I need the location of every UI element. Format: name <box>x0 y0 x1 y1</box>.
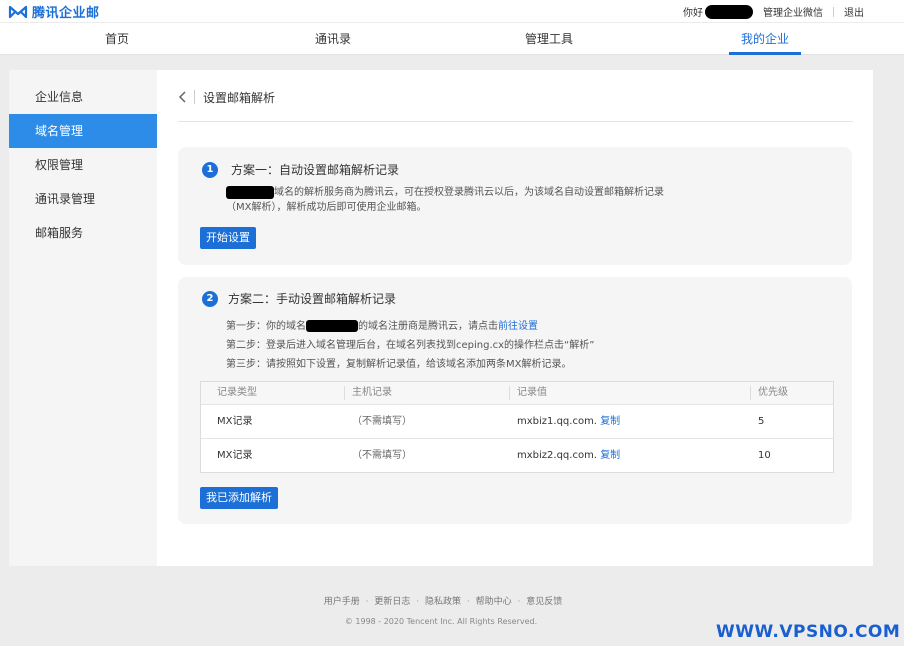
footer-separator: · <box>365 597 369 607</box>
sidebar-item-mail-service[interactable]: 邮箱服务 <box>9 216 157 250</box>
sidebar-item-contacts-mgmt[interactable]: 通讯录管理 <box>9 182 157 216</box>
chevron-left-icon[interactable] <box>178 90 188 104</box>
cell-priority: 10 <box>758 450 771 461</box>
watermark: WWW.VPSNO.COM <box>716 622 901 642</box>
step-1: 第一步：你的域名 的域名注册商是腾讯云，请点击前往设置 <box>226 317 538 332</box>
brand-logo[interactable]: 腾讯企业邮 <box>8 2 100 21</box>
top-divider <box>833 6 834 17</box>
record-value-text: mxbiz2.qq.com. <box>517 450 597 461</box>
column-divider <box>344 386 345 400</box>
cell-value: mxbiz2.qq.com. 复制 <box>517 439 620 473</box>
step-1-suffix: 的域名注册商是腾讯云，请点击 <box>358 321 498 332</box>
table-row: MX记录 （不需填写） mxbiz1.qq.com. 复制 5 <box>201 404 833 438</box>
footer-link-changelog[interactable]: 更新日志 <box>374 597 410 607</box>
copy-link[interactable]: 复制 <box>600 416 620 427</box>
table-row: MX记录 （不需填写） mxbiz2.qq.com. 复制 10 <box>201 438 833 472</box>
footer-separator: · <box>517 597 521 607</box>
plan-manual-setup: 2 方案二：手动设置邮箱解析记录 第一步：你的域名 的域名注册商是腾讯云，请点击前… <box>178 277 852 524</box>
page-header: 设置邮箱解析 <box>178 85 853 122</box>
plan-2-number-badge: 2 <box>202 291 218 307</box>
header-record-type: 记录类型 <box>217 387 257 398</box>
header-value: 记录值 <box>517 387 547 398</box>
cell-host: （不需填写） <box>352 416 412 427</box>
column-divider <box>509 386 510 400</box>
nav-home[interactable]: 首页 <box>81 23 153 55</box>
plan-1-title: 方案一：自动设置邮箱解析记录 <box>231 163 400 177</box>
copy-link[interactable]: 复制 <box>600 450 620 461</box>
nav-tools[interactable]: 管理工具 <box>513 23 585 55</box>
nav-my-company[interactable]: 我的企业 <box>729 23 801 55</box>
user-menu: 你好 管理企业微信 退出 <box>683 4 864 19</box>
footer-separator: · <box>466 597 470 607</box>
sidebar-item-domain[interactable]: 域名管理 <box>9 114 157 148</box>
step-1-prefix: 第一步：你的域名 <box>226 321 306 332</box>
start-setup-button[interactable]: 开始设置 <box>200 227 256 249</box>
brand-name: 腾讯企业邮 <box>32 6 100 21</box>
plan-1-desc-line1-text: 域名的解析服务商为腾讯云，可在授权登录腾讯云以后，为该域名自动设置邮箱解析记录 <box>274 187 664 198</box>
cell-value: mxbiz1.qq.com. 复制 <box>517 405 620 439</box>
header-host: 主机记录 <box>352 387 392 398</box>
redacted-username <box>705 4 753 19</box>
footer-separator: · <box>416 597 420 607</box>
cell-host: （不需填写） <box>352 450 412 461</box>
sidebar-item-permissions[interactable]: 权限管理 <box>9 148 157 182</box>
main-card: 企业信息 域名管理 权限管理 通讯录管理 邮箱服务 设置邮箱解析 1 方案一：自… <box>9 70 873 566</box>
column-divider <box>750 386 751 400</box>
top-bar: 腾讯企业邮 你好 管理企业微信 退出 <box>0 0 904 22</box>
greeting-text: 你好 <box>683 8 703 19</box>
cell-record-type: MX记录 <box>217 416 253 427</box>
cell-priority: 5 <box>758 416 765 427</box>
logout-link[interactable]: 退出 <box>844 4 864 19</box>
header-divider <box>194 90 195 104</box>
plan-1-number-badge: 1 <box>202 162 218 178</box>
plan-1-description: 域名的解析服务商为腾讯云，可在授权登录腾讯云以后，为该域名自动设置邮箱解析记录 … <box>226 185 786 215</box>
plan-1-desc-line2: （MX解析），解析成功后即可使用企业邮箱。 <box>226 202 427 213</box>
record-value-text: mxbiz1.qq.com. <box>517 416 597 427</box>
page-title: 设置邮箱解析 <box>203 90 276 105</box>
redacted-domain <box>226 185 274 199</box>
sidebar: 企业信息 域名管理 权限管理 通讯录管理 邮箱服务 <box>9 70 157 566</box>
envelope-m-icon <box>8 5 28 18</box>
go-settings-link[interactable]: 前往设置 <box>498 321 538 332</box>
footer-links: 用户手册 · 更新日志 · 隐私政策 · 帮助中心 · 意见反馈 <box>0 594 886 607</box>
manage-wecom-link[interactable]: 管理企业微信 <box>763 4 823 19</box>
footer-link-feedback[interactable]: 意见反馈 <box>526 597 562 607</box>
step-2: 第二步：登录后进入域名管理后台，在域名列表找到ceping.cx的操作栏点击“解… <box>226 340 595 351</box>
footer-link-manual[interactable]: 用户手册 <box>324 597 360 607</box>
footer-link-privacy[interactable]: 隐私政策 <box>425 597 461 607</box>
footer-link-help[interactable]: 帮助中心 <box>476 597 512 607</box>
mx-record-table: 记录类型 主机记录 记录值 优先级 MX记录 （不需填写） mxbiz1.qq.… <box>200 381 834 473</box>
plan-1-desc-line1: 域名的解析服务商为腾讯云，可在授权登录腾讯云以后，为该域名自动设置邮箱解析记录 <box>226 185 786 200</box>
nav-contacts[interactable]: 通讯录 <box>297 23 369 55</box>
added-records-button[interactable]: 我已添加解析 <box>200 487 278 509</box>
content-area: 设置邮箱解析 1 方案一：自动设置邮箱解析记录 域名的解析服务商为腾讯云，可在授… <box>157 70 873 566</box>
sidebar-item-company-info[interactable]: 企业信息 <box>9 80 157 114</box>
cell-record-type: MX记录 <box>217 450 253 461</box>
redacted-domain <box>306 320 358 332</box>
plan-2-title: 方案二：手动设置邮箱解析记录 <box>228 292 397 306</box>
main-nav: 首页 通讯录 管理工具 我的企业 <box>0 23 904 55</box>
table-header-row: 记录类型 主机记录 记录值 优先级 <box>201 382 833 404</box>
plan-auto-setup: 1 方案一：自动设置邮箱解析记录 域名的解析服务商为腾讯云，可在授权登录腾讯云以… <box>178 147 852 265</box>
header-priority: 优先级 <box>758 387 788 398</box>
step-3: 第三步：请按照如下设置，复制解析记录值，给该域名添加两条MX解析记录。 <box>226 359 572 370</box>
nav-active-indicator <box>729 52 801 55</box>
